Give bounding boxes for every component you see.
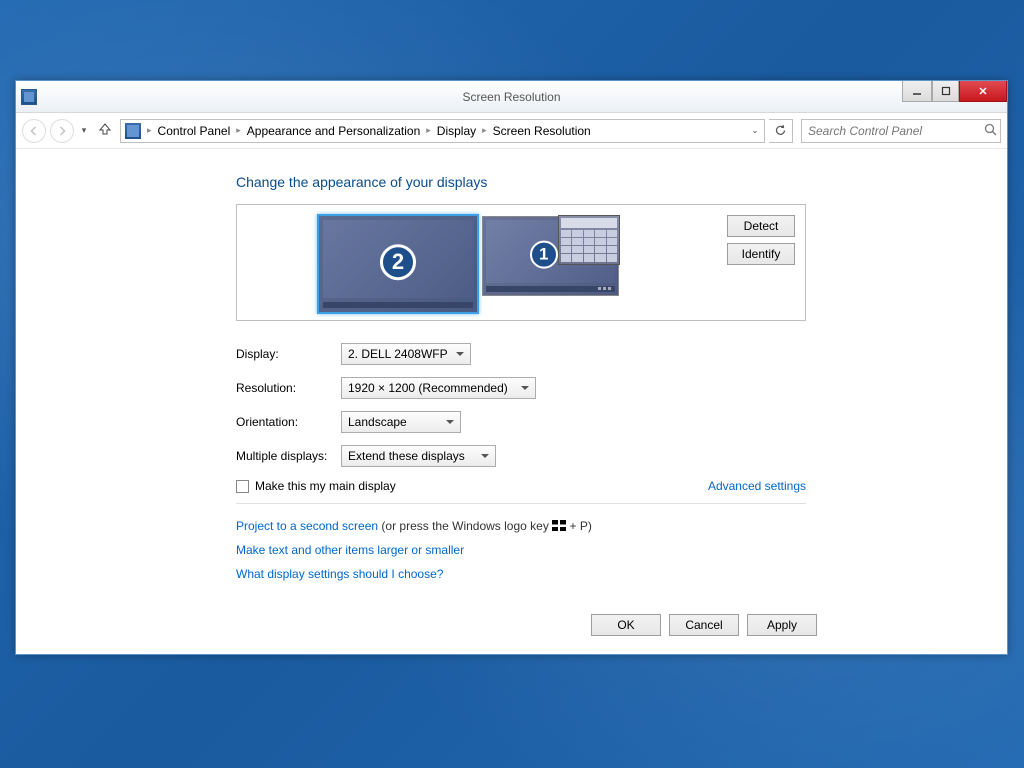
search-box[interactable] [801,119,1001,143]
detect-button[interactable]: Detect [727,215,795,237]
orientation-label: Orientation: [236,415,341,429]
checkbox-icon [236,480,249,493]
breadcrumb-item[interactable]: Appearance and Personalization [243,124,424,138]
project-second-screen-link[interactable]: Project to a second screen [236,519,378,533]
display-label: Display: [236,347,341,361]
chevron-right-icon[interactable]: ▸ [480,125,489,136]
row-display: Display: 2. DELL 2408WFP [236,337,806,371]
row-resolution: Resolution: 1920 × 1200 (Recommended) [236,371,806,405]
minimize-button[interactable] [902,81,932,102]
refresh-button[interactable] [769,119,793,143]
main-display-checkbox[interactable]: Make this my main display [236,479,396,493]
row-orientation: Orientation: Landscape [236,405,806,439]
chevron-right-icon[interactable]: ▸ [424,125,433,136]
content-area: Change the appearance of your displays 2… [16,150,1007,654]
history-dropdown-icon[interactable]: ▾ [78,125,90,136]
resolution-label: Resolution: [236,381,341,395]
display-select[interactable]: 2. DELL 2408WFP [341,343,471,365]
monitor-1[interactable]: 1 [482,216,619,296]
maximize-button[interactable] [932,81,959,102]
address-bar[interactable]: ▸ Control Panel ▸ Appearance and Persona… [120,119,765,143]
window-controls [902,81,1007,102]
resolution-select[interactable]: 1920 × 1200 (Recommended) [341,377,536,399]
chevron-right-icon[interactable]: ▸ [145,125,154,136]
windows-key-icon [552,520,566,531]
multiple-displays-label: Multiple displays: [236,449,341,463]
checkbox-label: Make this my main display [255,479,396,493]
main-display-row: Make this my main display Advanced setti… [236,479,806,504]
address-dropdown-icon[interactable]: ⌄ [746,125,764,136]
chevron-right-icon[interactable]: ▸ [234,125,243,136]
search-icon[interactable] [980,123,1000,139]
footer-buttons: OK Cancel Apply [591,614,817,636]
window-icon [21,89,37,105]
breadcrumb-item[interactable]: Display [433,124,480,138]
page-title: Change the appearance of your displays [236,174,806,190]
search-input[interactable] [802,124,980,138]
display-arrangement[interactable]: 2 1 [317,213,627,313]
breadcrumb-item[interactable]: Screen Resolution [489,124,595,138]
window-title: Screen Resolution [462,90,560,104]
cancel-button[interactable]: Cancel [669,614,739,636]
advanced-settings-link[interactable]: Advanced settings [708,479,806,493]
display-settings-form: Display: 2. DELL 2408WFP Resolution: 192… [236,337,806,473]
calculator-overlay-icon [558,215,620,265]
navigation-bar: ▾ ▸ Control Panel ▸ Appearance and Perso… [16,113,1007,149]
close-button[interactable] [959,81,1007,102]
orientation-select[interactable]: Landscape [341,411,461,433]
display-preview-box: 2 1 Detect Identify [236,204,806,321]
apply-button[interactable]: Apply [747,614,817,636]
control-panel-window: Screen Resolution ▾ ▸ Control Panel ▸ Ap… [15,80,1008,655]
ok-button[interactable]: OK [591,614,661,636]
preview-side-buttons: Detect Identify [727,215,795,265]
breadcrumb-item[interactable]: Control Panel [154,124,235,138]
forward-button[interactable] [50,119,74,143]
row-multiple-displays: Multiple displays: Extend these displays [236,439,806,473]
project-hint: (or press the Windows logo key + P) [381,519,591,533]
up-button[interactable] [96,122,114,139]
back-button[interactable] [22,119,46,143]
monitor-2[interactable]: 2 [317,214,479,314]
help-links: Project to a second screen (or press the… [236,514,806,586]
page: Change the appearance of your displays 2… [236,174,806,586]
which-settings-link[interactable]: What display settings should I choose? [236,567,443,581]
monitor-number-badge: 1 [530,240,558,268]
multiple-displays-select[interactable]: Extend these displays [341,445,496,467]
identify-button[interactable]: Identify [727,243,795,265]
text-size-link[interactable]: Make text and other items larger or smal… [236,543,464,557]
titlebar: Screen Resolution [16,81,1007,113]
control-panel-icon [125,123,141,139]
monitor-number-badge: 2 [380,244,416,280]
